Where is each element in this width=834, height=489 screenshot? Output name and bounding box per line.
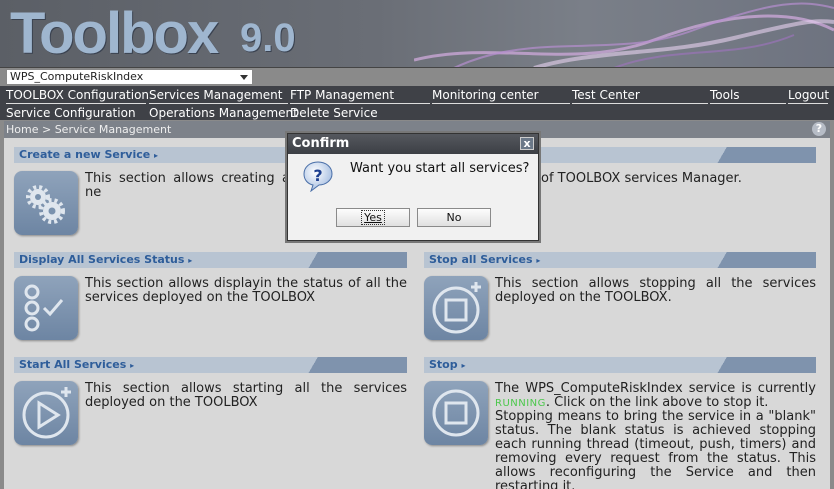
- logo-version: 9.0: [240, 16, 296, 60]
- stop-all-tile[interactable]: [424, 276, 488, 340]
- start-all-title: Start All Services: [19, 358, 127, 371]
- menu-logout[interactable]: Logout: [788, 87, 829, 104]
- header-banner: Toolbox 9.0: [0, 0, 834, 68]
- service-select-value: WPS_ComputeRiskIndex: [10, 70, 144, 83]
- main-menu: TOOLBOX Configuration Services Managemen…: [0, 86, 834, 122]
- chevron-right-icon: ▸: [130, 361, 135, 370]
- stop-all-icon: [432, 282, 481, 334]
- display-status-title: Display All Services Status: [19, 253, 185, 266]
- section-header-tail: [297, 357, 407, 373]
- breadcrumb[interactable]: Home > Service Management: [6, 123, 171, 136]
- section-header-tail: [297, 252, 407, 268]
- start-all-tile[interactable]: [14, 381, 78, 445]
- stop-description-link-hint: . Click on the link above to stop it.: [545, 395, 769, 410]
- banner-swirl-graphic: [414, 2, 834, 67]
- section-header-stop: Stop ▸: [424, 357, 816, 373]
- chevron-down-icon: [240, 75, 248, 80]
- stop-description-detail: Stopping means to bring the service in a…: [424, 410, 816, 489]
- section-header-tail: [706, 357, 816, 373]
- chevron-right-icon: ▸: [536, 256, 541, 265]
- stop-title: Stop: [429, 358, 458, 371]
- stop-all-description: This section allows stopping all the ser…: [495, 276, 816, 305]
- section-header-tail: [706, 147, 816, 163]
- close-icon[interactable]: x: [520, 137, 534, 150]
- chevron-right-icon: ▸: [188, 256, 193, 265]
- menu-ftp-management[interactable]: FTP Management: [290, 87, 430, 104]
- create-service-link[interactable]: Create a new Service ▸: [19, 148, 158, 161]
- section-header-tail: [706, 252, 816, 268]
- help-icon[interactable]: ?: [812, 122, 826, 136]
- checklist-icon: [24, 284, 64, 332]
- confirm-dialog: Confirm x ? Want you start all services?…: [287, 133, 539, 241]
- yes-button-label: Yes: [361, 210, 385, 225]
- yes-button[interactable]: Yes: [336, 208, 410, 227]
- create-service-description-cont: of TOOLBOX services Manager.: [541, 171, 742, 186]
- dialog-title: Confirm: [292, 136, 350, 151]
- service-select[interactable]: WPS_ComputeRiskIndex: [6, 69, 253, 85]
- menu-operations-management[interactable]: Operations Management: [149, 105, 298, 122]
- create-service-description: This section allows creating a ne: [85, 171, 290, 200]
- display-status-description: This section allows displayin the status…: [85, 276, 407, 305]
- menu-delete-service[interactable]: Delete Service: [290, 105, 430, 122]
- no-button[interactable]: No: [417, 208, 491, 227]
- menu-services-management[interactable]: Services Management: [149, 87, 288, 104]
- section-header-stop-all: Stop all Services ▸: [424, 252, 816, 268]
- menu-tools[interactable]: Tools: [710, 87, 786, 104]
- stop-all-title: Stop all Services: [429, 253, 533, 266]
- display-status-link[interactable]: Display All Services Status ▸: [19, 253, 192, 266]
- create-service-tile[interactable]: [14, 171, 78, 235]
- menu-test-center[interactable]: Test Center: [572, 87, 708, 104]
- section-header-start-all: Start All Services ▸: [14, 357, 407, 373]
- menu-monitoring-center[interactable]: Monitoring center: [432, 87, 570, 104]
- gears-icon: [26, 185, 65, 224]
- dialog-message: Want you start all services?: [350, 161, 530, 176]
- menu-toolbox-configuration[interactable]: TOOLBOX Configuration: [6, 87, 149, 104]
- stop-link[interactable]: Stop ▸: [429, 358, 465, 371]
- start-all-link[interactable]: Start All Services ▸: [19, 358, 134, 371]
- question-icon: ?: [303, 161, 333, 192]
- dialog-titlebar[interactable]: Confirm x: [288, 134, 538, 154]
- chevron-right-icon: ▸: [154, 151, 159, 160]
- service-status-running[interactable]: RUNNING: [495, 398, 546, 409]
- stop-description-intro: The WPS_ComputeRiskIndex service is curr…: [495, 381, 816, 396]
- display-status-tile[interactable]: [14, 276, 78, 340]
- menu-service-configuration[interactable]: Service Configuration: [6, 105, 146, 122]
- section-header-display-status: Display All Services Status ▸: [14, 252, 407, 268]
- svg-text:?: ?: [313, 166, 322, 185]
- stop-description-more: Stopping means to bring the service in a…: [495, 409, 816, 489]
- chevron-right-icon: ▸: [461, 361, 466, 370]
- logo-text: Toolbox: [10, 1, 219, 66]
- stop-description: The WPS_ComputeRiskIndex service is curr…: [495, 382, 816, 411]
- create-service-title: Create a new Service: [19, 148, 151, 161]
- stop-all-link[interactable]: Stop all Services ▸: [429, 253, 540, 266]
- play-icon: [22, 387, 71, 439]
- start-all-description: This section allows starting all the ser…: [85, 381, 407, 410]
